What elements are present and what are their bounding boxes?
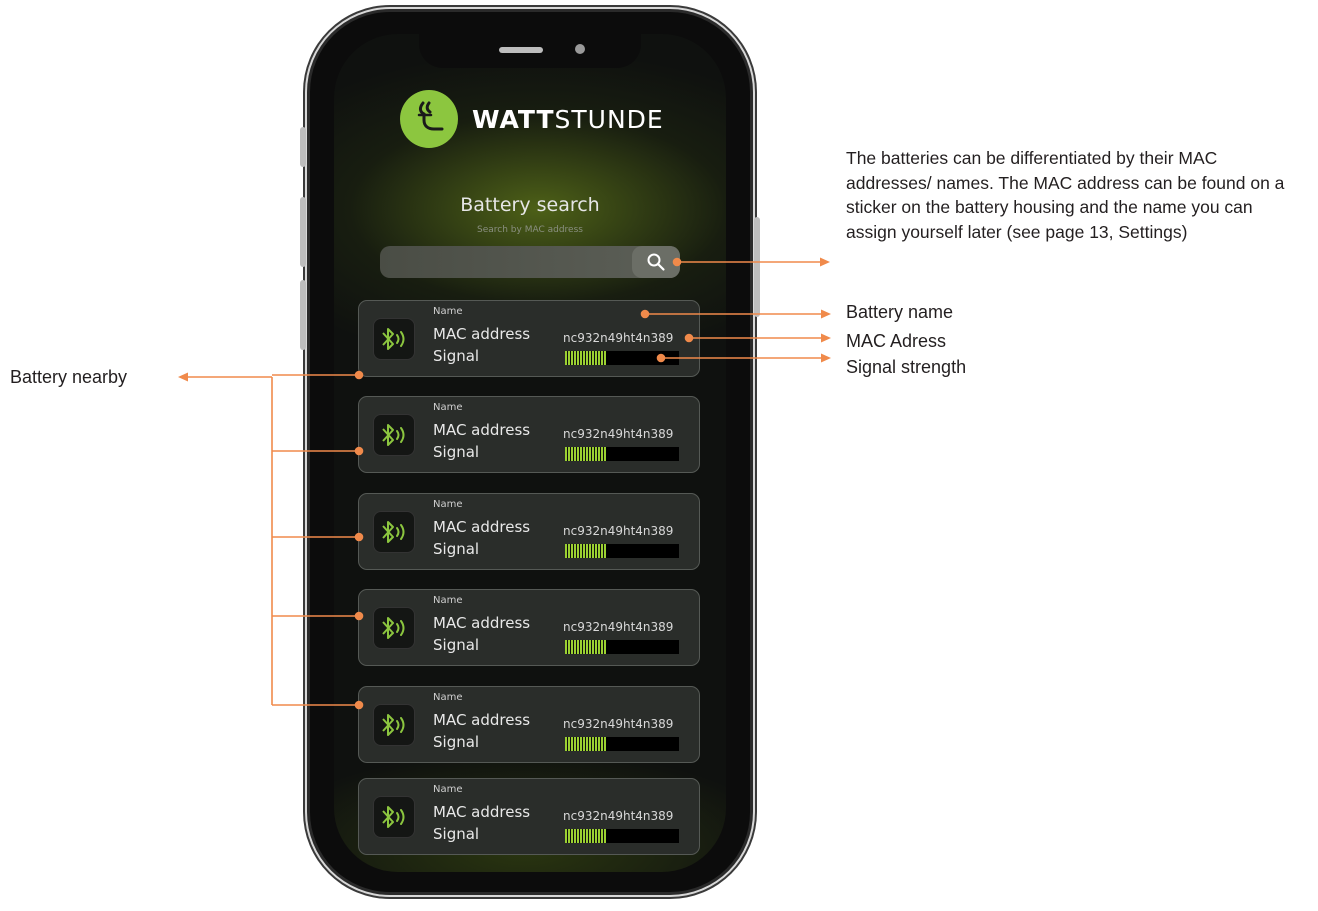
battery-name-arrowhead [821, 309, 831, 319]
bracket-dot-1 [354, 370, 364, 380]
battery-nearby-arrowhead [178, 372, 188, 382]
mac-address-arrowhead [821, 333, 831, 343]
bracket-dot-2 [354, 446, 364, 456]
bracket-dot-3 [354, 532, 364, 542]
bracket-dot-5 [354, 700, 364, 710]
signal-strength-arrowhead [821, 353, 831, 363]
search-annotation-arrowhead [820, 257, 830, 267]
annotation-lines [178, 257, 831, 710]
bracket-dot-4 [354, 611, 364, 621]
